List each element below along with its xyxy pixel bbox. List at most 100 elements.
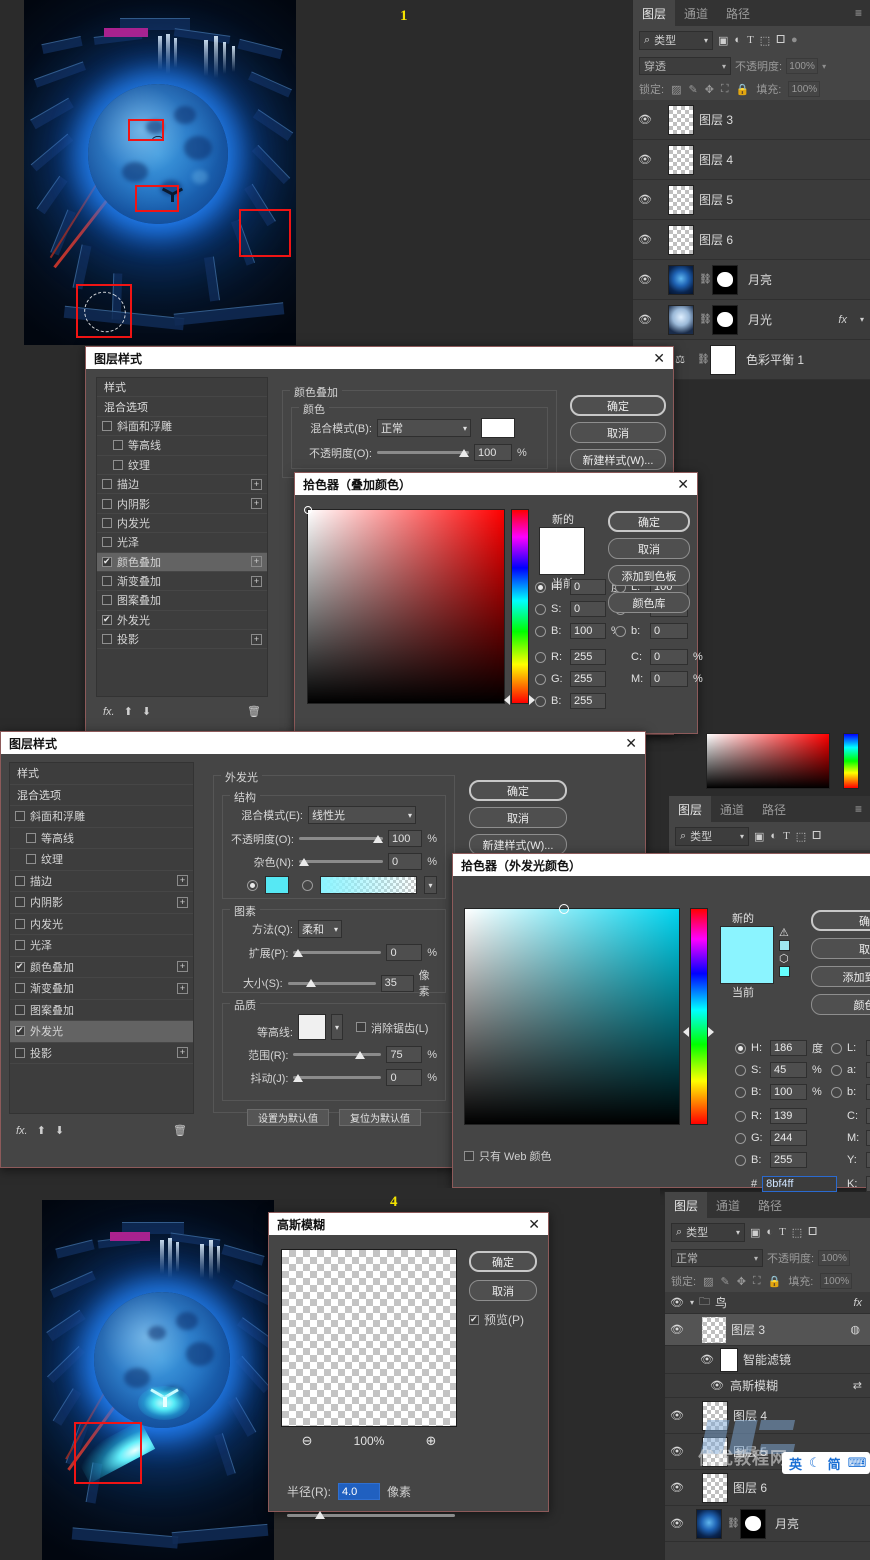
fx-icon[interactable]: fx. — [103, 706, 115, 718]
layers-panel-middle-fragment[interactable]: 图层 通道 路径 ≡ ⌕ 类型 ▾ ▣ ◐ T ⬚ 🞑 — [668, 796, 870, 860]
filter-kind-select[interactable]: ⌕ 类型 ▾ — [639, 31, 713, 50]
spread-input[interactable]: 0 — [386, 944, 422, 961]
jitter-input[interactable]: 0 — [386, 1069, 422, 1086]
style-item-stroke[interactable]: 描边+ — [10, 871, 193, 893]
visibility-icon[interactable]: 👁 — [699, 1353, 715, 1366]
style-item-outer-glow[interactable]: 外发光 — [10, 1021, 193, 1043]
g-input[interactable]: 244 — [770, 1130, 807, 1146]
radius-slider[interactable] — [287, 1509, 455, 1521]
ok-button[interactable]: 确定 — [469, 1251, 537, 1272]
cancel-button[interactable]: 取消 — [469, 1280, 537, 1301]
checkbox[interactable] — [102, 518, 112, 528]
radio-a[interactable] — [831, 1065, 842, 1076]
h-input[interactable]: 0 — [570, 579, 606, 595]
color-library-button[interactable]: 颜色库 — [811, 994, 870, 1015]
visibility-icon[interactable]: 👁 — [637, 313, 653, 326]
smartobject-filter-icon[interactable]: 🞑 — [808, 1226, 817, 1239]
add-swatch-button[interactable]: 添加到色板 — [608, 565, 690, 586]
shape-filter-icon[interactable]: ⬚ — [796, 830, 806, 843]
checkbox[interactable] — [102, 421, 112, 431]
layer-filter-row-bottom[interactable]: ⌕ 类型 ▾ ▣ ◐ T ⬚ 🞑 — [665, 1218, 870, 1246]
style-item-inner-shadow[interactable]: 内阴影+ — [10, 892, 193, 914]
gaussian-blur-buttons[interactable]: 确定 取消 预览(P) — [469, 1251, 537, 1328]
lock-transparency-icon[interactable]: ▨ — [703, 1275, 713, 1288]
blend-mode-select-top[interactable]: 穿透 ▾ — [639, 57, 731, 75]
style-item-outer-glow[interactable]: 外发光 — [97, 611, 267, 630]
lock-position-icon[interactable]: ✥ — [705, 83, 714, 96]
m-input[interactable]: 0 — [866, 1130, 870, 1146]
r-input[interactable]: 255 — [570, 649, 606, 665]
panel-tab-strip-top[interactable]: 图层 通道 路径 ≡ — [633, 0, 870, 26]
style-list-footer-2[interactable]: fx. ⬆ ⬇ 🗑 — [9, 1120, 194, 1141]
toggle-filter-icon[interactable]: ● — [791, 34, 798, 46]
panel-menu-icon[interactable]: ≡ — [847, 796, 870, 822]
radius-input[interactable]: 4.0 — [338, 1483, 380, 1500]
lock-position-icon[interactable]: ✥ — [737, 1275, 746, 1288]
visibility-icon[interactable]: 👁 — [637, 113, 653, 126]
adjustment-filter-icon[interactable]: ◐ — [770, 830, 777, 842]
cancel-button[interactable]: 取消 — [570, 422, 666, 443]
radio-l[interactable] — [831, 1043, 842, 1054]
style-item-blending-options[interactable]: 混合选项 — [97, 397, 267, 416]
checkbox[interactable] — [113, 460, 123, 470]
adjustment-filter-icon[interactable]: ◐ — [766, 1226, 773, 1238]
opacity-input[interactable]: 100 — [474, 444, 512, 461]
gaussian-blur-dialog[interactable]: 高斯模糊 ✕ ⊖ 100% ⊕ 半径(R): 4.0 像素 确定 取消 预览(P… — [268, 1212, 549, 1512]
table-row[interactable]: 👁 图层 6 — [633, 220, 870, 260]
tab-paths[interactable]: 路径 — [717, 0, 759, 26]
dialog-titlebar[interactable]: 图层样式 ✕ — [86, 347, 673, 369]
radio-b2[interactable] — [735, 1155, 746, 1166]
cancel-button[interactable]: 取消 — [469, 807, 567, 828]
ok-button[interactable]: 确定 — [570, 395, 666, 416]
panel-tab-strip-middle[interactable]: 图层 通道 路径 ≡ — [669, 796, 870, 822]
checkbox[interactable] — [15, 876, 25, 886]
add-swatch-button[interactable]: 添加到色板 — [811, 966, 870, 987]
layer-mask-thumbnail[interactable] — [712, 305, 738, 335]
lock-image-icon[interactable]: ✎ — [688, 83, 697, 96]
style-item-contour[interactable]: 等高线 — [97, 436, 267, 455]
trash-icon[interactable]: 🗑 — [173, 1124, 187, 1137]
layer-filter-row-middle[interactable]: ⌕ 类型 ▾ ▣ ◐ T ⬚ 🞑 — [669, 822, 870, 850]
visibility-icon[interactable]: 👁 — [637, 153, 653, 166]
s-input[interactable]: 45 — [770, 1062, 807, 1078]
table-row[interactable]: 👁 ▾ 🗀 鸟 fx — [665, 1292, 870, 1314]
layer-thumbnail[interactable] — [668, 185, 694, 215]
add-icon[interactable]: + — [177, 1047, 188, 1058]
panel-tab-strip-bottom[interactable]: 图层 通道 路径 — [665, 1192, 870, 1218]
layer-filter-row-top[interactable]: ⌕ 类型 ▾ ▣ ◐ T ⬚ 🞑 ● — [633, 26, 870, 54]
web-only-row-2[interactable]: 只有 Web 颜色 — [464, 1148, 552, 1164]
style-item-gradient-overlay[interactable]: 渐变叠加+ — [10, 978, 193, 1000]
a-input[interactable]: -30 — [866, 1062, 870, 1078]
table-row[interactable]: 👁 智能滤镜 — [665, 1346, 870, 1374]
layer-mask-thumbnail[interactable] — [712, 265, 738, 295]
blur-preview-area[interactable] — [281, 1249, 457, 1427]
keyboard-icon[interactable]: ⌨ — [848, 1455, 867, 1471]
blend-mode-select-bottom[interactable]: 正常 ▾ — [671, 1249, 763, 1267]
m-input[interactable]: 0 — [650, 671, 688, 687]
checkbox[interactable] — [102, 615, 112, 625]
blab-input[interactable]: 0 — [650, 623, 688, 639]
visibility-icon[interactable]: 👁 — [669, 1481, 685, 1494]
image-filter-icon[interactable]: ▣ — [754, 830, 764, 843]
move-up-icon[interactable]: ⬆ — [37, 1124, 46, 1137]
layer-thumbnail[interactable] — [696, 1509, 722, 1539]
opacity-value-top[interactable]: 100% — [786, 58, 818, 74]
add-icon[interactable]: + — [251, 634, 262, 645]
radio-r[interactable] — [735, 1111, 746, 1122]
text-filter-icon[interactable]: T — [779, 1226, 786, 1238]
dialog-buttons-2[interactable]: 确定 取消 新建样式(W)... — [469, 780, 567, 855]
style-item-bevel-emboss[interactable]: 斜面和浮雕 — [97, 417, 267, 436]
blend-mode-row-top[interactable]: 穿透 ▾ 不透明度: 100% ▾ — [633, 54, 870, 78]
shape-filter-icon[interactable]: ⬚ — [760, 34, 770, 47]
gamut-alt-swatch[interactable] — [779, 940, 790, 951]
link-icon[interactable]: ⛓ — [699, 274, 707, 285]
web-safe-warning-icon[interactable]: ⬡ — [779, 952, 790, 965]
radio-b[interactable] — [535, 626, 546, 637]
move-down-icon[interactable]: ⬇ — [142, 705, 151, 718]
hue-strip-1[interactable] — [511, 509, 529, 704]
visibility-icon[interactable]: 👁 — [669, 1445, 685, 1458]
cancel-button[interactable]: 取消 — [811, 938, 870, 959]
radio-b2[interactable] — [535, 696, 546, 707]
size-slider[interactable] — [288, 977, 376, 989]
noise-input[interactable]: 0 — [388, 853, 422, 870]
